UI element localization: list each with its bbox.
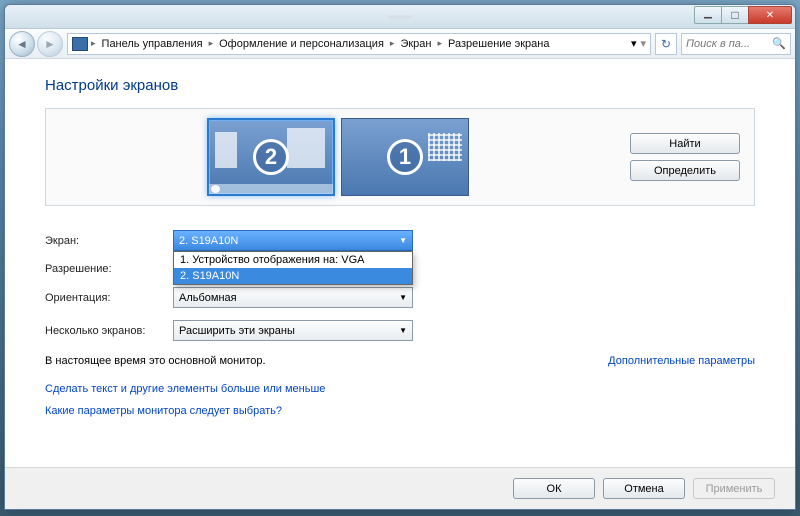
- back-button[interactable]: ◄: [9, 31, 35, 57]
- content-area: Настройки экранов 2 1 Найти Определить: [5, 59, 795, 467]
- maximize-button[interactable]: [721, 6, 749, 24]
- chevron-down-icon: ▼: [399, 293, 407, 302]
- window: —— ◄ ► ▸ Панель управления ▸ Оформление …: [4, 4, 796, 510]
- multiple-displays-combo[interactable]: Расширить эти экраны ▼: [173, 320, 413, 341]
- breadcrumb-item[interactable]: Оформление и персонализация: [216, 36, 387, 52]
- text-size-link[interactable]: Сделать текст и другие элементы больше и…: [45, 383, 755, 395]
- chevron-right-icon[interactable]: ▸: [208, 38, 215, 49]
- window-controls: [695, 6, 792, 24]
- combo-value: Расширить эти экраны: [179, 325, 295, 337]
- chevron-down-icon: ▾: [631, 37, 637, 50]
- help-links: Сделать текст и другие элементы больше и…: [45, 383, 755, 417]
- monitor-help-link[interactable]: Какие параметры монитора следует выбрать…: [45, 405, 755, 417]
- identify-button[interactable]: Определить: [630, 160, 740, 181]
- breadcrumb-item[interactable]: Разрешение экрана: [445, 36, 552, 52]
- minimize-button[interactable]: [694, 6, 722, 24]
- status-row: В настоящее время это основной монитор. …: [45, 355, 755, 367]
- nav-buttons: ◄ ►: [9, 31, 63, 57]
- combo-value: Альбомная: [179, 292, 237, 304]
- monitor-thumb-2[interactable]: 2: [207, 118, 335, 196]
- control-panel-icon: [72, 37, 88, 51]
- resolution-label: Разрешение:: [45, 263, 173, 275]
- display-label: Экран:: [45, 235, 173, 247]
- chevron-right-icon[interactable]: ▸: [436, 38, 443, 49]
- navbar: ◄ ► ▸ Панель управления ▸ Оформление и п…: [5, 29, 795, 59]
- dialog-footer: ОК Отмена Применить: [5, 467, 795, 509]
- ok-button[interactable]: ОК: [513, 478, 595, 499]
- chevron-down-icon: ▼: [399, 326, 407, 335]
- breadcrumb-item[interactable]: Экран: [397, 36, 434, 52]
- dropdown-option[interactable]: 1. Устройство отображения на: VGA: [174, 252, 412, 268]
- find-button[interactable]: Найти: [630, 133, 740, 154]
- dropdown-option[interactable]: 2. S19A10N: [174, 268, 412, 284]
- search-box[interactable]: 🔍: [681, 33, 791, 55]
- cancel-button[interactable]: Отмена: [603, 478, 685, 499]
- breadcrumb[interactable]: ▸ Панель управления ▸ Оформление и персо…: [67, 33, 651, 55]
- settings-form: Экран: 2. S19A10N ▼ 1. Устройство отобра…: [45, 230, 755, 341]
- chevron-right-icon[interactable]: ▸: [90, 38, 97, 49]
- refresh-button[interactable]: ↻: [655, 33, 677, 55]
- start-orb-decoration: [211, 185, 220, 193]
- grid-decoration: [428, 133, 462, 161]
- taskbar-decoration: [209, 184, 333, 194]
- forward-button[interactable]: ►: [37, 31, 63, 57]
- monitors-preview-block: 2 1 Найти Определить: [45, 108, 755, 206]
- close-button[interactable]: [748, 6, 792, 24]
- monitors-preview[interactable]: 2 1: [60, 118, 616, 196]
- advanced-settings-link[interactable]: Дополнительные параметры: [608, 355, 755, 367]
- history-dropdown-icon: ▾: [640, 37, 646, 50]
- multi-label: Несколько экранов:: [45, 325, 173, 337]
- titlebar[interactable]: ——: [5, 5, 795, 29]
- breadcrumb-item[interactable]: Панель управления: [99, 36, 206, 52]
- page-title: Настройки экранов: [45, 77, 755, 94]
- search-icon: 🔍: [772, 37, 786, 50]
- display-combo[interactable]: 2. S19A10N ▼ 1. Устройство отображения н…: [173, 230, 413, 251]
- combo-value: 2. S19A10N: [179, 235, 238, 247]
- apply-button[interactable]: Применить: [693, 478, 775, 499]
- window-decoration: [215, 132, 237, 168]
- title-blur: ——: [389, 11, 411, 23]
- orientation-label: Ориентация:: [45, 292, 173, 304]
- monitor-number: 1: [387, 139, 423, 175]
- chevron-right-icon[interactable]: ▸: [389, 38, 396, 49]
- side-buttons: Найти Определить: [630, 133, 740, 181]
- breadcrumb-dropdown[interactable]: ▾ ▾: [631, 37, 646, 50]
- search-input[interactable]: [686, 38, 769, 50]
- monitor-number: 2: [253, 139, 289, 175]
- display-dropdown: 1. Устройство отображения на: VGA 2. S19…: [173, 251, 413, 285]
- monitor-thumb-1[interactable]: 1: [341, 118, 469, 196]
- window-decoration: [287, 128, 325, 168]
- refresh-icon: ↻: [661, 37, 671, 51]
- primary-monitor-status: В настоящее время это основной монитор.: [45, 355, 266, 367]
- chevron-down-icon: ▼: [399, 236, 407, 245]
- orientation-combo[interactable]: Альбомная ▼: [173, 287, 413, 308]
